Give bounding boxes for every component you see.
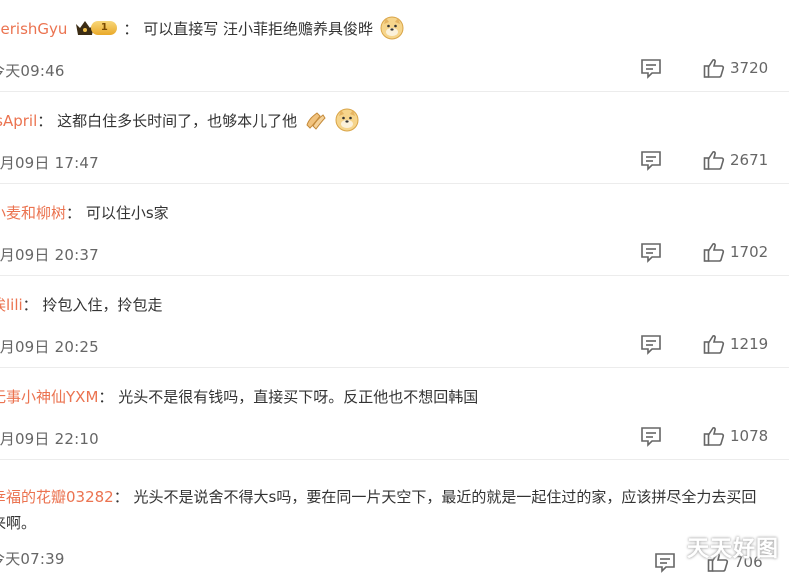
reply-icon[interactable]: [639, 240, 663, 264]
like-count: 3720: [730, 59, 769, 77]
comment-item: 幸福的花瓣03282： 光头不是说舍不得大s吗，要在同一片天空下，最近的就是一起…: [0, 460, 789, 577]
comment-text-line: 埃lili： 拎包入住，拎包走: [0, 292, 769, 318]
comment-time: 5月09日 20:37: [0, 246, 99, 264]
vip-badge: 1: [75, 18, 118, 38]
comment-text-line: herishGyu 1 ： 可以直接写 汪小菲拒绝赡养具俊晔: [0, 16, 769, 42]
comment-body: 可以直接写 汪小菲拒绝赡养具俊晔: [143, 20, 373, 38]
comment-username[interactable]: 小麦和柳树: [0, 204, 66, 222]
comment-username[interactable]: 幸福的花瓣03282: [0, 488, 114, 506]
comment-text-line: 无事小神仙YXM： 光头不是很有钱吗，直接买下呀。反正他也不想回韩国: [0, 384, 769, 410]
comment-time: 今天07:39: [0, 550, 65, 568]
thumbs-up-icon: [703, 243, 725, 262]
separator: ：: [113, 488, 129, 506]
comment-time: 5月09日 20:25: [0, 338, 99, 356]
reply-icon[interactable]: [639, 148, 663, 172]
clap-emoji-icon: [306, 112, 326, 130]
comment-item: 小麦和柳树： 可以住小s家 5月09日 20:37 1702: [0, 184, 789, 276]
thumbs-up-icon: [703, 427, 725, 446]
doge-emoji-icon: [380, 16, 404, 40]
like-count: 1219: [730, 335, 769, 353]
like-button[interactable]: 1078: [703, 424, 769, 448]
comment-username[interactable]: 无事小神仙YXM: [0, 388, 98, 406]
comment-item: 无事小神仙YXM： 光头不是很有钱吗，直接买下呀。反正他也不想回韩国 5月09日…: [0, 368, 789, 460]
reply-icon[interactable]: [639, 424, 663, 448]
thumbs-up-icon: [703, 335, 725, 354]
like-count: 1702: [730, 243, 769, 261]
comment-time: 5月09日 17:47: [0, 154, 99, 172]
separator: ：: [98, 388, 114, 406]
separator: ：: [37, 112, 53, 130]
separator: ：: [66, 204, 82, 222]
badge-level: 1: [91, 21, 118, 35]
reply-icon[interactable]: [653, 550, 677, 574]
thumbs-up-icon: [703, 151, 725, 170]
doge-emoji-icon: [335, 108, 359, 132]
separator: ：: [22, 296, 38, 314]
like-button[interactable]: 2671: [703, 148, 769, 172]
comment-username[interactable]: lsApril: [0, 112, 37, 130]
like-count: 1078: [730, 427, 769, 445]
comment-body: 这都白住多长时间了，也够本儿了他: [57, 112, 298, 130]
reply-icon[interactable]: [639, 56, 663, 80]
reply-icon[interactable]: [639, 332, 663, 356]
comment-item: 埃lili： 拎包入住，拎包走 5月09日 20:25 1219: [0, 276, 789, 368]
comment-body: 可以住小s家: [85, 204, 169, 222]
comment-username[interactable]: 埃lili: [0, 296, 23, 314]
separator: ：: [123, 20, 139, 38]
comment-text-line: 小麦和柳树： 可以住小s家: [0, 200, 769, 226]
comment-time: 今天09:46: [0, 62, 65, 80]
like-button[interactable]: 1702: [703, 240, 769, 264]
comment-item: lsApril： 这都白住多长时间了，也够本儿了他 5月09日 17:47 26…: [0, 92, 789, 184]
like-button[interactable]: 1219: [703, 332, 769, 356]
comment-time: 5月09日 22:10: [0, 430, 99, 448]
comment-username[interactable]: herishGyu: [0, 20, 67, 38]
comment-text-line: 幸福的花瓣03282： 光头不是说舍不得大s吗，要在同一片天空下，最近的就是一起…: [0, 484, 771, 536]
comment-body: 拎包入住，拎包走: [42, 296, 163, 314]
watermark: 天天好图: [686, 537, 779, 562]
comment-body: 光头不是很有钱吗，直接买下呀。反正他也不想回韩国: [118, 388, 479, 406]
like-count: 2671: [730, 151, 769, 169]
like-button[interactable]: 3720: [703, 56, 769, 80]
thumbs-up-icon: [703, 59, 725, 78]
comment-text-line: lsApril： 这都白住多长时间了，也够本儿了他: [0, 108, 769, 134]
comment-item: herishGyu 1 ： 可以直接写 汪小菲拒绝赡养具俊晔 今天09:46 3…: [0, 0, 789, 92]
